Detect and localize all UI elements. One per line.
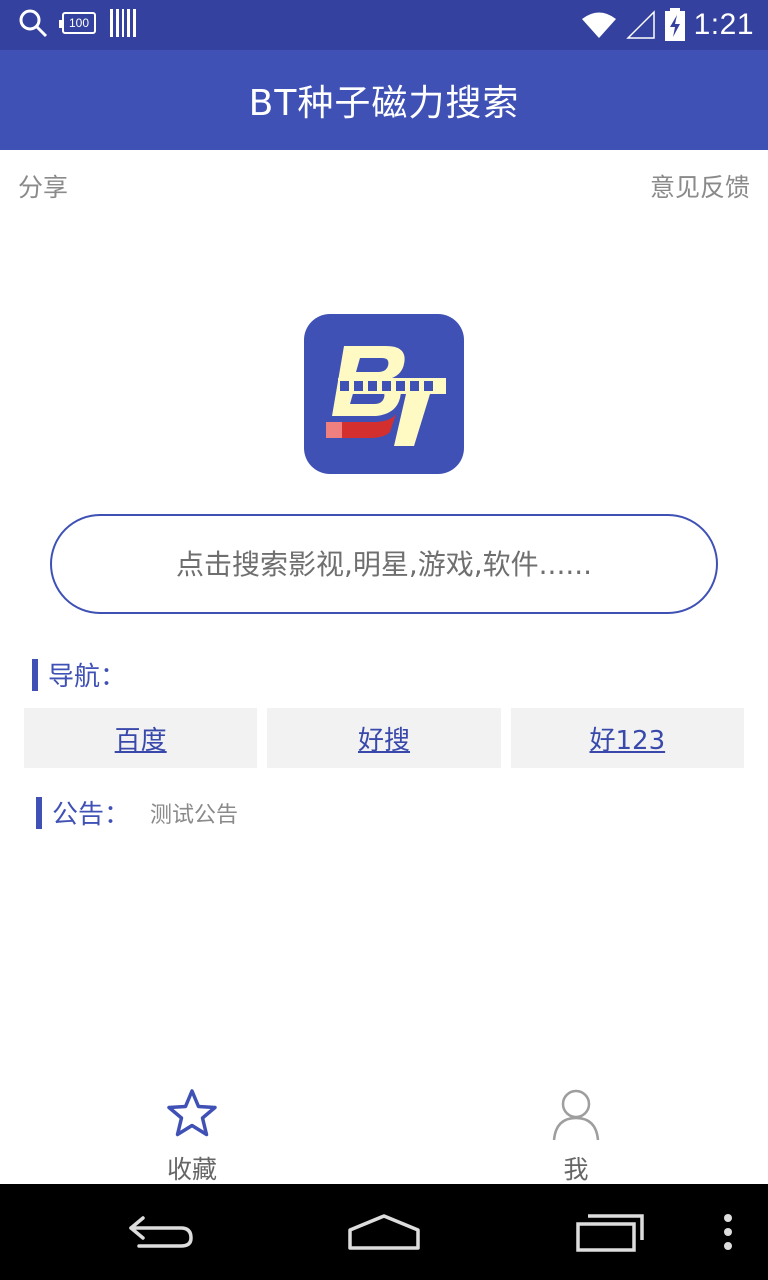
status-bar: 100 1:21 bbox=[0, 0, 768, 50]
status-right-icons: 1:21 bbox=[580, 6, 754, 44]
search-icon bbox=[19, 9, 48, 38]
nav-section-header: 导航： bbox=[32, 656, 126, 693]
wifi-icon bbox=[581, 12, 616, 38]
status-left-icons: 100 bbox=[18, 8, 136, 38]
barcode-icon bbox=[110, 9, 136, 37]
back-icon bbox=[129, 1216, 193, 1248]
search-input[interactable] bbox=[104, 547, 664, 581]
nav-links: 百度 好搜 好123 bbox=[24, 708, 744, 768]
nav-link-hao123[interactable]: 好123 bbox=[510, 708, 744, 768]
signal-icon bbox=[625, 10, 655, 39]
battery-100-icon: 100 bbox=[59, 12, 96, 34]
section-accent-bar bbox=[36, 796, 42, 829]
section-accent-bar bbox=[32, 658, 38, 691]
search-box[interactable] bbox=[50, 514, 718, 614]
person-icon bbox=[552, 1089, 600, 1141]
nav-link-baidu[interactable]: 百度 bbox=[24, 708, 258, 768]
share-link[interactable]: 分享 bbox=[18, 168, 68, 204]
recent-apps-button[interactable] bbox=[570, 1202, 650, 1262]
bt-logo-icon bbox=[326, 346, 446, 446]
nav-title: 导航： bbox=[48, 662, 127, 692]
app-bar: BT种子磁力搜索 bbox=[0, 50, 768, 150]
tab-favorites[interactable]: 收藏 bbox=[92, 1086, 292, 1186]
notice-section: 公告： 测试公告 bbox=[36, 794, 238, 831]
app-logo bbox=[304, 314, 464, 474]
tab-me-label: 我 bbox=[563, 1155, 589, 1184]
star-icon bbox=[167, 1089, 217, 1137]
back-button[interactable] bbox=[120, 1202, 200, 1262]
recent-apps-icon bbox=[576, 1214, 644, 1252]
bottom-tab-bar: 收藏 我 bbox=[0, 1080, 768, 1184]
nav-link-haosou[interactable]: 好搜 bbox=[267, 708, 501, 768]
battery-charging-icon bbox=[664, 8, 685, 41]
system-nav-bar bbox=[0, 1184, 768, 1280]
notice-title: 公告： bbox=[52, 800, 131, 830]
feedback-link[interactable]: 意见反馈 bbox=[650, 168, 750, 204]
tab-me[interactable]: 我 bbox=[476, 1086, 676, 1186]
status-time: 1:21 bbox=[693, 8, 754, 41]
notice-text: 测试公告 bbox=[150, 802, 239, 828]
home-icon bbox=[348, 1214, 420, 1250]
app-title: BT种子磁力搜索 bbox=[248, 83, 520, 124]
home-button[interactable] bbox=[344, 1202, 424, 1262]
overflow-menu-button[interactable] bbox=[708, 1202, 748, 1262]
tab-favorites-label: 收藏 bbox=[166, 1155, 217, 1184]
more-vert-icon bbox=[724, 1214, 732, 1250]
